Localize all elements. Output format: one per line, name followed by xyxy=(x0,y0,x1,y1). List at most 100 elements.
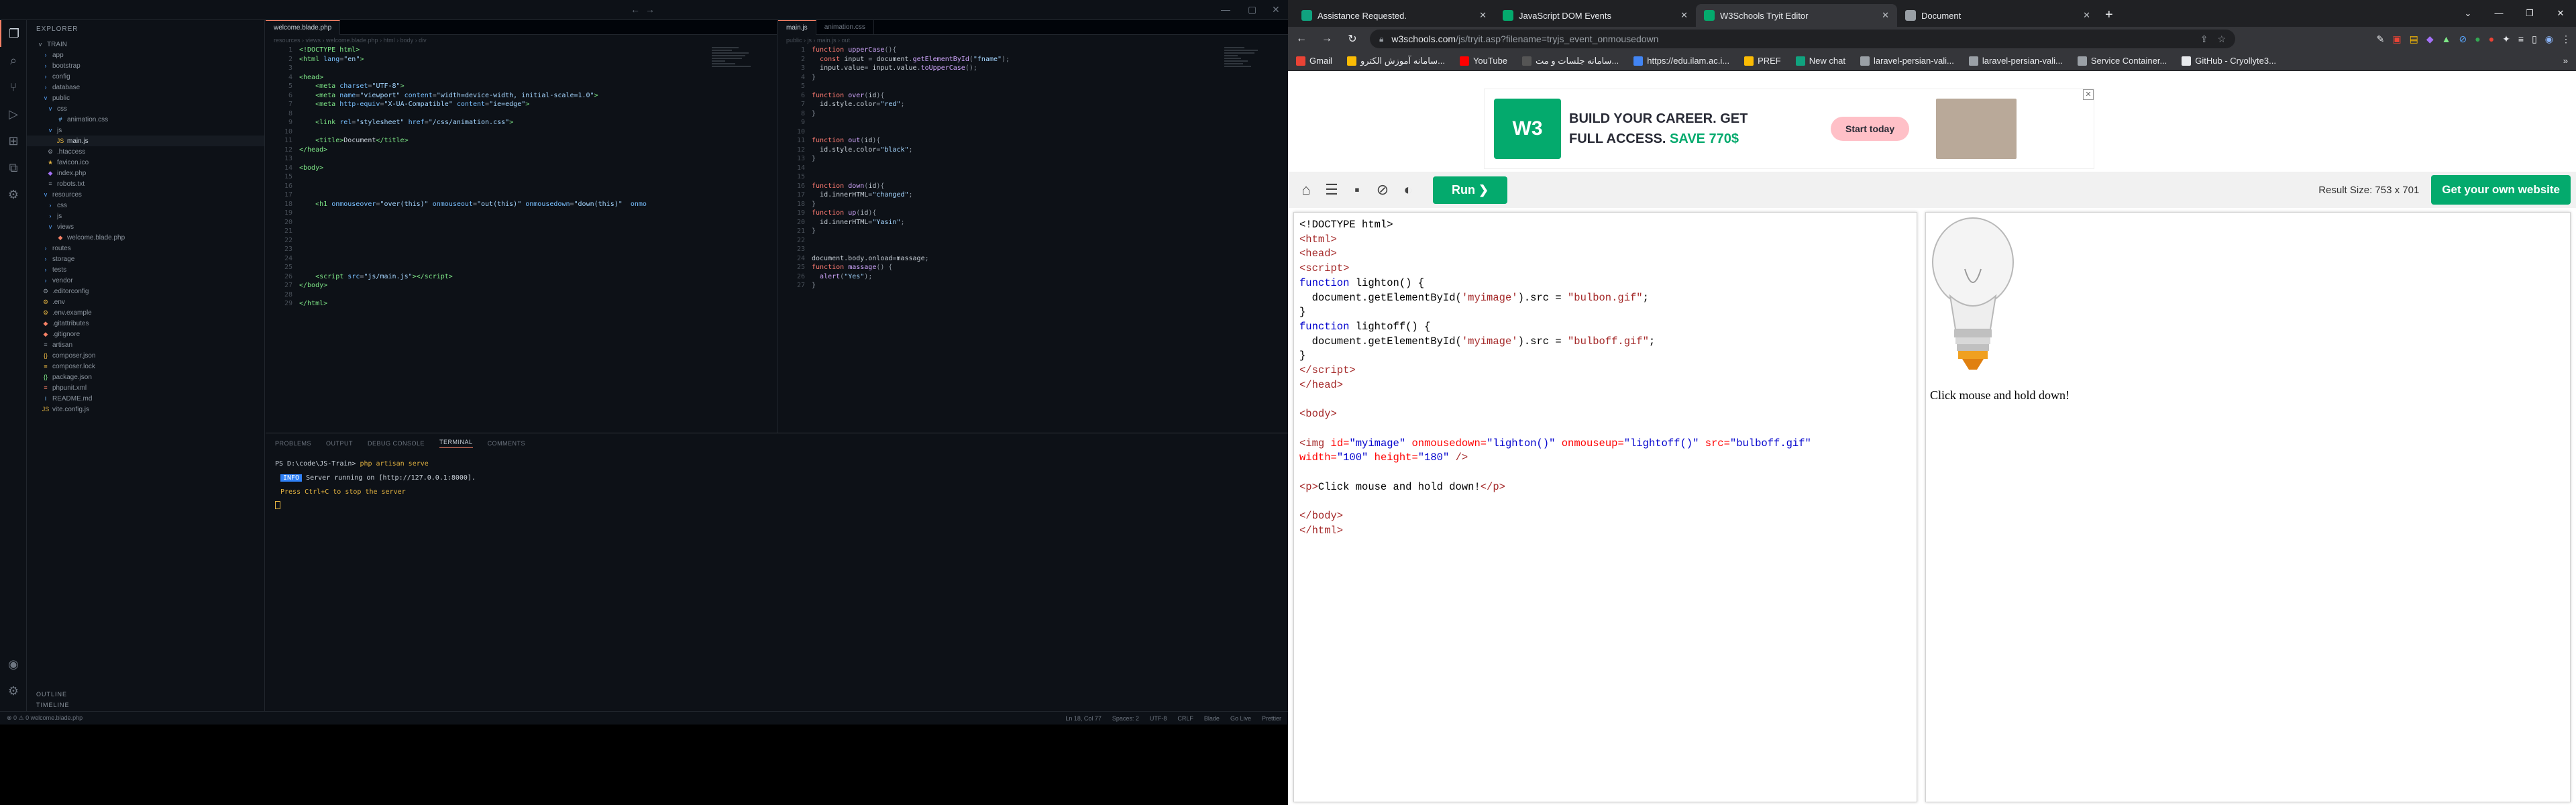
timeline-section[interactable]: TIMELINE xyxy=(36,702,70,708)
run-debug-icon[interactable]: ▷ xyxy=(0,101,27,127)
bookmark-item[interactable]: laravel-persian-vali... xyxy=(1860,56,1954,66)
tree-item[interactable]: › routes xyxy=(27,243,264,254)
restore-icon[interactable]: ❐ xyxy=(2514,0,2545,27)
code-line[interactable]: } xyxy=(812,109,816,119)
nav-back-icon[interactable]: ← xyxy=(631,4,640,15)
home-icon[interactable]: ⌂ xyxy=(1293,177,1319,203)
tab-close-icon[interactable]: ✕ xyxy=(1680,10,1688,21)
code-line[interactable]: <head> xyxy=(299,73,323,83)
extension-icon[interactable]: ▤ xyxy=(2410,34,2418,45)
tree-item[interactable]: v public xyxy=(27,93,264,103)
browser-tab[interactable]: JavaScript DOM Events ✕ xyxy=(1495,4,1696,27)
code-line[interactable]: <h1 onmouseover="over(this)" onmouseout=… xyxy=(299,200,647,209)
forward-icon[interactable]: → xyxy=(1319,33,1335,45)
tree-item[interactable]: v TRAIN xyxy=(27,39,264,50)
status-item[interactable]: Prettier xyxy=(1262,715,1281,722)
status-left[interactable]: ⊗ 0 ⚠ 0 welcome.blade.php xyxy=(7,714,83,722)
code-line[interactable]: document.body.onload=massage; xyxy=(812,254,929,264)
code-line[interactable]: } xyxy=(812,154,816,164)
code-line[interactable]: </html> xyxy=(299,299,327,309)
tree-item[interactable]: › js xyxy=(27,211,264,221)
tab-close-icon[interactable]: ✕ xyxy=(1479,10,1487,21)
browser-tab[interactable]: Document ✕ xyxy=(1897,4,2098,27)
bookmark-item[interactable]: سامانه جلسات و مت... xyxy=(1522,56,1619,66)
code-line[interactable]: </head> xyxy=(299,146,327,155)
code-line[interactable]: function down(id){ xyxy=(812,182,884,191)
lightbulb-image[interactable] xyxy=(1930,215,2016,372)
back-icon[interactable]: ← xyxy=(1293,33,1309,45)
bookmark-item[interactable]: https://edu.ilam.ac.i... xyxy=(1633,56,1729,66)
status-item[interactable]: Blade xyxy=(1204,715,1220,722)
tree-item[interactable]: i README.md xyxy=(27,393,264,404)
tab-close-icon[interactable]: ✕ xyxy=(2083,10,2090,21)
extension-icon[interactable]: ● xyxy=(2489,34,2494,45)
editor-tab[interactable]: main.js xyxy=(778,20,816,35)
outline-section[interactable]: OUTLINE xyxy=(36,691,67,698)
extension-icon[interactable]: ● xyxy=(2475,34,2480,45)
code-line[interactable]: <script src="js/main.js"></script> xyxy=(299,272,453,282)
tree-item[interactable]: ≡ artisan xyxy=(27,339,264,350)
save-icon[interactable]: ▪ xyxy=(1344,177,1370,203)
tree-item[interactable]: v css xyxy=(27,103,264,114)
tree-item[interactable]: {} package.json xyxy=(27,372,264,382)
code-line[interactable]: function massage() { xyxy=(812,263,892,272)
close-icon[interactable]: ✕ xyxy=(1272,4,1280,15)
tree-item[interactable]: ◆ index.php xyxy=(27,168,264,178)
code-line[interactable]: } xyxy=(812,227,816,236)
status-item[interactable]: Spaces: 2 xyxy=(1112,715,1139,722)
run-button[interactable]: Run ❯ xyxy=(1433,176,1508,204)
tree-item[interactable]: JS main.js xyxy=(27,136,264,146)
remote-icon[interactable]: ⧉ xyxy=(0,154,27,181)
code-line[interactable]: function out(id){ xyxy=(812,136,880,146)
code-line[interactable]: input.value= input.value.toUpperCase(); xyxy=(812,64,977,73)
account-icon[interactable]: ◉ xyxy=(0,651,27,678)
close-icon[interactable]: ✕ xyxy=(2545,0,2576,27)
status-item[interactable]: CRLF xyxy=(1177,715,1193,722)
explorer-icon[interactable]: ❐ xyxy=(0,20,27,47)
tree-item[interactable]: ≡ composer.lock xyxy=(27,361,264,372)
extensions-puzzle-icon[interactable]: ✦ xyxy=(2502,34,2510,45)
code-line[interactable]: alert("Yes"); xyxy=(812,272,872,282)
minimap-left[interactable] xyxy=(712,46,752,126)
breadcrumb[interactable]: resources › views › welcome.blade.php › … xyxy=(266,35,777,46)
tree-item[interactable]: ⚙ .env xyxy=(27,297,264,307)
tree-item[interactable]: ◆ welcome.blade.php xyxy=(27,232,264,243)
status-item[interactable]: Ln 18, Col 77 xyxy=(1065,715,1102,722)
tree-item[interactable]: ⚙ .htaccess xyxy=(27,146,264,157)
browser-tab[interactable]: Assistance Requested. ✕ xyxy=(1293,4,1495,27)
code-line[interactable]: } xyxy=(812,281,816,290)
bookmark-item[interactable]: GitHub - Cryollyte3... xyxy=(2182,56,2276,66)
code-line[interactable]: id.style.color="red"; xyxy=(812,100,904,109)
tree-item[interactable]: ◆ .gitignore xyxy=(27,329,264,339)
address-bar[interactable]: 🔒︎ w3schools.com/js/tryit.asp?filename=t… xyxy=(1370,30,2235,48)
minimap-right[interactable] xyxy=(1224,46,1265,126)
tree-item[interactable]: › database xyxy=(27,82,264,93)
tree-item[interactable]: v resources xyxy=(27,189,264,200)
extension-icon[interactable]: ⊘ xyxy=(2459,34,2467,45)
extension-icon[interactable]: ▣ xyxy=(2392,34,2401,45)
side-panel-icon[interactable]: ▯ xyxy=(2532,34,2537,45)
code-line[interactable]: } xyxy=(812,200,816,209)
tree-item[interactable]: › storage xyxy=(27,254,264,264)
extensions-icon[interactable]: ⊞ xyxy=(0,127,27,154)
manage-icon[interactable]: ⚙ xyxy=(0,678,27,704)
settings-icon[interactable]: ⚙ xyxy=(0,181,27,208)
search-icon[interactable]: ⌕ xyxy=(0,47,27,74)
theme-toggle-icon[interactable]: ◐ xyxy=(1395,177,1421,203)
ad-start-today-button[interactable]: Start today xyxy=(1831,117,1910,141)
tree-item[interactable]: › tests xyxy=(27,264,264,275)
tree-item[interactable]: › config xyxy=(27,71,264,82)
tree-item[interactable]: › vendor xyxy=(27,275,264,286)
code-line[interactable]: <link rel="stylesheet" href="/css/animat… xyxy=(299,118,513,127)
menu-icon[interactable]: ⋮ xyxy=(2561,34,2571,45)
tab-search-icon[interactable]: ⌄ xyxy=(2453,0,2483,27)
panel-tab[interactable]: PROBLEMS xyxy=(275,440,311,447)
extension-icon[interactable]: ▲ xyxy=(2442,34,2451,45)
ad-close-icon[interactable]: ✕ xyxy=(2083,89,2094,100)
editor-tab[interactable]: animation.css xyxy=(816,20,874,35)
tree-item[interactable]: ≡ phpunit.xml xyxy=(27,382,264,393)
bookmark-item[interactable]: YouTube xyxy=(1459,56,1507,66)
reload-icon[interactable]: ↻ xyxy=(1344,32,1360,46)
source-control-icon[interactable]: ⑂ xyxy=(0,74,27,101)
bookmark-star-icon[interactable]: ☆ xyxy=(2217,34,2226,45)
